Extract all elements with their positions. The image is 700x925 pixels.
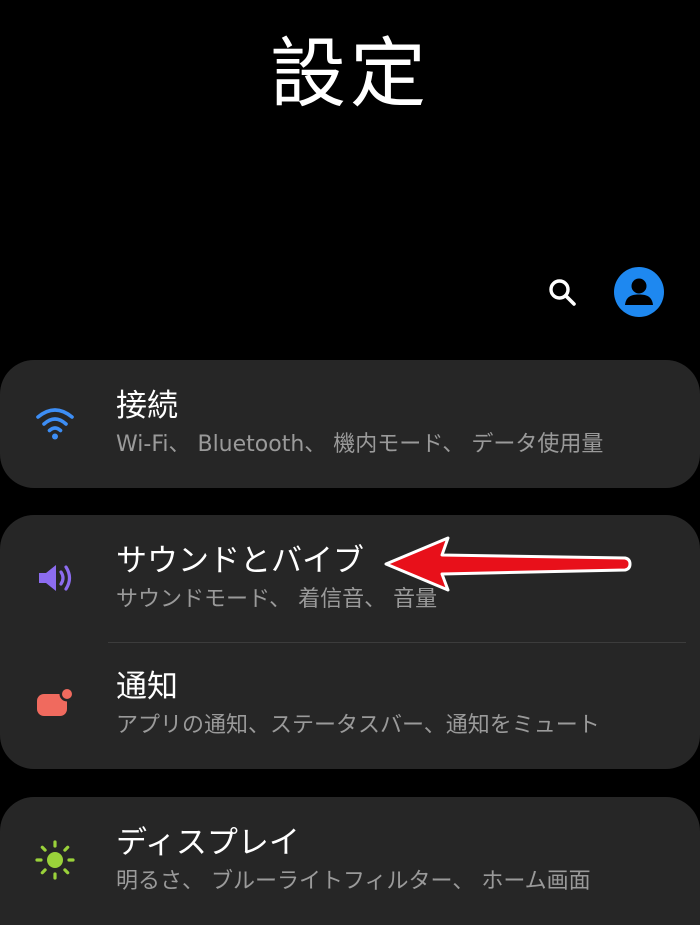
top-actions: [544, 266, 664, 318]
item-title: ディスプレイ: [116, 825, 300, 861]
person-icon: [625, 278, 653, 305]
settings-item-sound-vibration[interactable]: サウンドとバイブ サウンドモード、 着信音、 音量: [0, 515, 700, 641]
page-title: 設定: [270, 29, 430, 118]
settings-item-notifications[interactable]: 通知 アプリの通知、ステータスバー、通知をミュート: [0, 641, 700, 767]
settings-group-sound-notifications: サウンドとバイブ サウンドモード、 着信音、 音量 通知 アプリの通知、ステータ…: [0, 515, 700, 769]
wifi-icon: [36, 408, 74, 440]
item-subtitle: アプリの通知、ステータスバー、通知をミュート: [116, 713, 600, 739]
item-icon-container: [33, 838, 77, 882]
settings-group-connections: 接続 Wi-Fi、 Bluetooth、 機内モード、 データ使用量: [0, 360, 700, 488]
brightness-icon: [35, 840, 75, 880]
settings-item-connections[interactable]: 接続 Wi-Fi、 Bluetooth、 機内モード、 データ使用量: [0, 360, 700, 486]
notification-icon: [37, 686, 75, 716]
search-button[interactable]: [544, 274, 580, 310]
item-subtitle: サウンドモード、 着信音、 音量: [116, 587, 438, 613]
item-title: 接続: [116, 388, 178, 424]
item-title: サウンドとバイブ: [116, 543, 364, 579]
item-title: 通知: [116, 669, 178, 705]
item-icon-container: [33, 401, 77, 445]
speaker-icon: [39, 565, 72, 591]
item-icon-container: [33, 556, 77, 600]
settings-item-display[interactable]: ディスプレイ 明るさ、 ブルーライトフィルター、 ホーム画面: [0, 797, 700, 923]
settings-screen: 設定 接続 Wi-Fi、 Bluetooth、 機内モード、 データ使用量 サウ…: [0, 0, 700, 925]
item-icon-container: [33, 682, 77, 726]
item-subtitle: Wi-Fi、 Bluetooth、 機内モード、 データ使用量: [116, 432, 604, 458]
profile-button[interactable]: [614, 267, 664, 317]
search-icon: [549, 279, 576, 306]
item-subtitle: 明るさ、 ブルーライトフィルター、 ホーム画面: [116, 869, 591, 895]
settings-group-display: ディスプレイ 明るさ、 ブルーライトフィルター、 ホーム画面: [0, 797, 700, 925]
